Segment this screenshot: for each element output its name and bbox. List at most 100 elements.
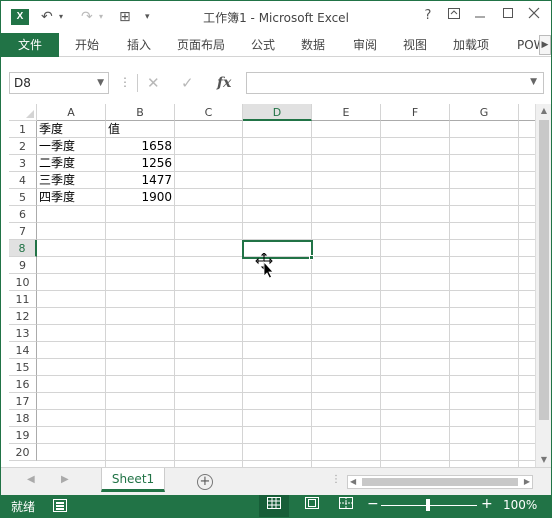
cell-b3[interactable]: 1256 <box>106 155 175 172</box>
row-header-19[interactable]: 19 <box>9 427 37 444</box>
row-header-17[interactable]: 17 <box>9 393 37 410</box>
column-header-d[interactable]: D <box>243 104 312 121</box>
maximize-icon <box>503 8 513 18</box>
column-header-b[interactable]: B <box>106 104 175 121</box>
horizontal-scrollbar[interactable]: ◀ ▶ <box>347 475 533 489</box>
close-icon <box>528 7 540 19</box>
ribbon-display-options-button[interactable] <box>443 5 465 27</box>
cell-a1[interactable]: 季度 <box>37 121 106 138</box>
cell-a3[interactable]: 二季度 <box>37 155 106 172</box>
column-header-a[interactable]: A <box>37 104 106 121</box>
row-header-8[interactable]: 8 <box>9 240 37 257</box>
row-header-7[interactable]: 7 <box>9 223 37 240</box>
page-break-view-button[interactable] <box>331 495 361 517</box>
vertical-scroll-thumb[interactable] <box>539 120 549 420</box>
row-header-6[interactable]: 6 <box>9 206 37 223</box>
sheet-tab-sheet1[interactable]: Sheet1 <box>101 468 165 492</box>
scroll-right-icon[interactable]: ▶ <box>524 476 530 488</box>
macro-record-icon[interactable] <box>53 499 67 512</box>
column-header-g[interactable]: G <box>450 104 519 121</box>
gridline <box>37 409 535 410</box>
ribbon-scroll-right-icon[interactable]: ▶ <box>539 35 551 55</box>
split-handle-icon[interactable]: ⋮ <box>331 474 341 485</box>
row-header-9[interactable]: 9 <box>9 257 37 274</box>
column-header-c[interactable]: C <box>175 104 243 121</box>
row-header-14[interactable]: 14 <box>9 342 37 359</box>
row-header-2[interactable]: 2 <box>9 138 37 155</box>
scroll-down-icon[interactable]: ▼ <box>536 453 552 467</box>
name-box-dropdown-icon[interactable]: ▼ <box>97 73 104 93</box>
insert-function-button[interactable]: fx <box>217 72 231 94</box>
status-bar: 就绪 − + 100% <box>1 495 551 517</box>
close-button[interactable] <box>523 5 545 27</box>
row-header-3[interactable]: 3 <box>9 155 37 172</box>
row-header-13[interactable]: 13 <box>9 325 37 342</box>
page-layout-view-button[interactable] <box>297 495 327 517</box>
tab-home[interactable]: 开始 <box>71 33 103 57</box>
tab-page-layout[interactable]: 页面布局 <box>173 33 229 57</box>
fill-handle[interactable] <box>309 255 314 260</box>
next-sheet-icon[interactable]: ▶ <box>61 474 69 485</box>
zoom-out-button[interactable]: − <box>367 496 379 512</box>
row-header-5[interactable]: 5 <box>9 189 37 206</box>
gridline <box>37 307 535 308</box>
normal-view-button[interactable] <box>259 495 289 517</box>
row-header-4[interactable]: 4 <box>9 172 37 189</box>
maximize-button[interactable] <box>497 5 519 27</box>
vertical-scrollbar[interactable]: ▲ ▼ <box>535 104 551 467</box>
gridline <box>37 375 535 376</box>
cell-a2[interactable]: 一季度 <box>37 138 106 155</box>
name-box[interactable]: D8 ▼ <box>9 72 109 94</box>
gridline <box>37 460 535 461</box>
row-header-15[interactable]: 15 <box>9 359 37 376</box>
zoom-level[interactable]: 100% <box>503 498 537 512</box>
row-header-11[interactable]: 11 <box>9 291 37 308</box>
row-header-10[interactable]: 10 <box>9 274 37 291</box>
tab-insert[interactable]: 插入 <box>123 33 155 57</box>
cell-a4[interactable]: 三季度 <box>37 172 106 189</box>
cell-b1[interactable]: 值 <box>106 121 175 138</box>
tab-addins[interactable]: 加载项 <box>449 33 493 57</box>
gridline <box>37 443 535 444</box>
formula-bar-grip-icon[interactable]: ⋮ <box>119 75 131 89</box>
row-header-16[interactable]: 16 <box>9 376 37 393</box>
cell-b2[interactable]: 1658 <box>106 138 175 155</box>
cancel-icon[interactable]: ✕ <box>147 72 160 94</box>
scroll-up-icon[interactable]: ▲ <box>536 104 552 118</box>
tab-formulas[interactable]: 公式 <box>247 33 279 57</box>
expand-formula-bar-icon[interactable]: ▼ <box>530 77 537 87</box>
column-header-h[interactable] <box>519 104 535 121</box>
minimize-icon <box>475 16 485 18</box>
row-header-18[interactable]: 18 <box>9 410 37 427</box>
cell-b5[interactable]: 1900 <box>106 189 175 206</box>
gridline <box>380 121 381 467</box>
scroll-left-icon[interactable]: ◀ <box>350 476 356 488</box>
cell-b4[interactable]: 1477 <box>106 172 175 189</box>
previous-sheet-icon[interactable]: ◀ <box>27 474 35 485</box>
cell-a5[interactable]: 四季度 <box>37 189 106 206</box>
page-layout-view-icon <box>305 497 319 509</box>
minimize-button[interactable] <box>469 5 491 27</box>
select-all-triangle-icon <box>26 110 34 118</box>
tab-view[interactable]: 视图 <box>399 33 431 57</box>
zoom-in-button[interactable]: + <box>481 496 493 512</box>
gridline <box>518 121 519 467</box>
column-header-e[interactable]: E <box>312 104 381 121</box>
row-header-20[interactable]: 20 <box>9 444 37 461</box>
row-header-1[interactable]: 1 <box>9 121 37 138</box>
tab-review[interactable]: 审阅 <box>349 33 381 57</box>
gridline <box>242 121 243 467</box>
worksheet-grid[interactable]: A B C D E F G 1 2 3 4 5 6 7 8 9 10 11 12 13 14 15 16 17 1… <box>1 101 551 467</box>
tab-data[interactable]: 数据 <box>297 33 329 57</box>
formula-input[interactable]: ▼ <box>246 72 544 94</box>
column-header-f[interactable]: F <box>381 104 450 121</box>
active-cell-d8[interactable] <box>242 240 313 259</box>
row-header-12[interactable]: 12 <box>9 308 37 325</box>
horizontal-scroll-thumb[interactable] <box>362 478 518 486</box>
select-all-button[interactable] <box>9 104 37 121</box>
zoom-slider-thumb[interactable] <box>426 499 430 511</box>
enter-icon[interactable]: ✓ <box>181 72 194 94</box>
help-button[interactable]: ? <box>417 5 439 27</box>
new-sheet-button[interactable]: + <box>197 474 213 490</box>
tab-file[interactable]: 文件 <box>1 33 59 57</box>
